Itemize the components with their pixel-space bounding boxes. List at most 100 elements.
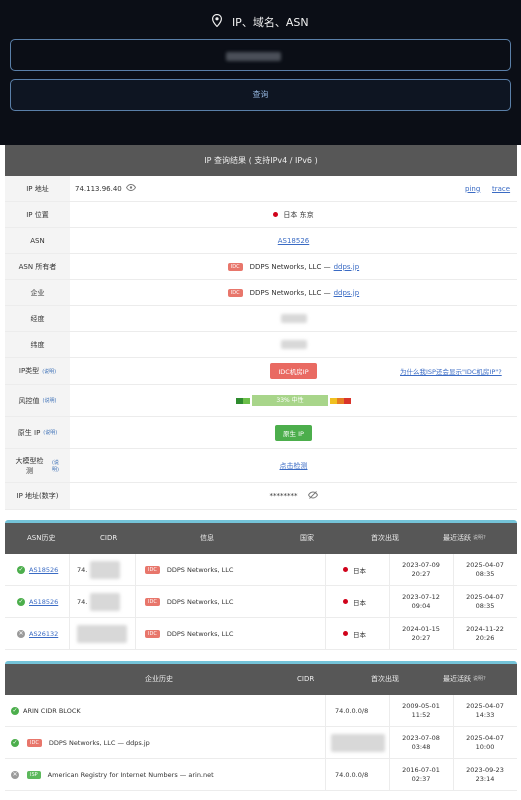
last-time: 23:14 <box>475 774 495 783</box>
corp-history-row: ✓ IDC DDPS Networks, LLC — ddps.jp 2023-… <box>5 727 517 759</box>
first-time: 02:37 <box>411 774 431 783</box>
corp-history-row: ✕ ISP American Registry for Internet Num… <box>5 759 517 791</box>
asn-history-header: ASN历史 CIDR 信息 国家 首次出现 最近活跃 说明? <box>5 523 517 554</box>
asn-owner-domain-link[interactable]: ddps.jp <box>334 263 360 271</box>
risk-score: 33% 中性 <box>252 395 328 406</box>
row-label: ASN 所有者 <box>5 254 70 279</box>
help-link[interactable]: (说明) <box>43 429 57 436</box>
row-label: ASN <box>5 228 70 253</box>
asn-history-row: ✓ AS18526 74. IDC DDPS Networks, LLC 日本 … <box>5 586 517 618</box>
row-native: 原生 IP (说明) 原生 IP <box>5 417 517 449</box>
company-domain-link[interactable]: ddps.jp <box>334 289 360 297</box>
row-label: 原生 IP <box>17 428 41 437</box>
idc-tag: IDC <box>227 288 243 297</box>
row-label: IP 地址 <box>5 176 70 201</box>
first-time: 20:27 <box>411 633 431 642</box>
first-date: 2023-07-08 <box>402 733 440 742</box>
check-circle-icon: ✓ <box>11 738 19 747</box>
idc-tag: IDC <box>145 565 160 574</box>
col-hint-link[interactable]: 说明? <box>473 523 486 554</box>
idc-tag: IDC <box>145 597 160 606</box>
japan-flag-icon <box>343 631 348 636</box>
first-time: 09:04 <box>411 601 431 610</box>
eye-icon[interactable] <box>125 184 136 193</box>
isp-question-link[interactable]: 为什么我ISP还会显示"IDC机房IP"? <box>400 366 502 376</box>
row-label: 经度 <box>5 306 70 331</box>
idc-tag: IDC <box>227 262 243 271</box>
query-button[interactable]: 查询 <box>10 79 511 111</box>
col-corp-history: 企业历史 <box>145 675 173 683</box>
row-ip-type: IP类型 (说明) IDC机房IP 为什么我ISP还会显示"IDC机房IP"? <box>5 358 517 385</box>
last-time: 08:35 <box>475 601 495 610</box>
row-label: 大模型检测 <box>15 456 44 475</box>
search-input-redacted-value <box>226 52 281 61</box>
location-value: 日本 东京 <box>283 210 314 219</box>
col-info: 信息 <box>200 534 214 542</box>
first-time: 03:48 <box>411 742 431 751</box>
search-title-text: IP、域名、ASN <box>231 16 309 29</box>
row-label: IP 位置 <box>5 202 70 227</box>
help-link[interactable]: (说明) <box>42 368 56 375</box>
detect-link[interactable]: 点击检测 <box>280 461 308 471</box>
row-label: 风控值 <box>18 396 40 405</box>
first-date: 2024-01-15 <box>402 624 440 633</box>
ip-value: 74.113.96.40 <box>75 184 122 193</box>
ping-link[interactable]: ping <box>465 185 480 193</box>
check-circle-icon: ✓ <box>11 706 19 715</box>
trace-link[interactable]: trace <box>492 185 510 193</box>
col-first-seen: 首次出现 <box>371 675 399 683</box>
first-time: 20:27 <box>411 569 431 578</box>
cidr-redacted <box>331 733 385 752</box>
asn-link[interactable]: AS26132 <box>29 630 58 638</box>
col-last-active: 最近活跃 <box>443 534 471 542</box>
latitude-redacted <box>280 340 307 349</box>
cidr-value: 74.0.0.0/8 <box>335 706 369 715</box>
corp-name: American Registry for Internet Numbers —… <box>47 770 214 779</box>
last-time: 20:26 <box>475 633 495 642</box>
eye-off-icon[interactable] <box>307 491 318 501</box>
col-hint-link[interactable]: 说明? <box>473 664 486 695</box>
x-circle-icon: ✕ <box>11 770 19 779</box>
country-value: 日本 <box>353 630 366 639</box>
last-time: 08:35 <box>475 569 495 578</box>
corp-history-header: 企业历史 CIDR 首次出现 最近活跃 说明? <box>5 664 517 695</box>
row-llm: 大模型检测 (说明) 点击检测 <box>5 449 517 483</box>
col-country: 国家 <box>300 534 314 542</box>
row-location: IP 位置 日本 东京 <box>5 202 517 228</box>
asn-link[interactable]: AS18526 <box>278 237 310 245</box>
first-date: 2023-07-12 <box>402 592 440 601</box>
last-date: 2023-09-23 <box>466 765 504 774</box>
first-date: 2023-07-09 <box>402 560 440 569</box>
row-longitude: 经度 <box>5 306 517 332</box>
asn-history-card: ASN历史 CIDR 信息 国家 首次出现 最近活跃 说明? ✓ AS18526… <box>5 520 517 650</box>
first-time: 11:52 <box>411 710 431 719</box>
info-value: DDPS Networks, LLC <box>166 629 234 638</box>
row-asn: ASN AS18526 <box>5 228 517 254</box>
isp-tag: ISP <box>27 770 41 779</box>
search-title: IP、域名、ASN <box>0 13 521 30</box>
row-latitude: 纬度 <box>5 332 517 358</box>
help-link[interactable]: (说明) <box>43 397 57 404</box>
asn-history-row: ✕ AS26132 IDC DDPS Networks, LLC 日本 2024… <box>5 618 517 650</box>
last-date: 2025-04-07 <box>466 560 504 569</box>
last-time: 14:33 <box>475 710 495 719</box>
result-title: IP 查询结果 ( 支持IPv4 / IPv6 ) <box>5 145 517 176</box>
asn-link[interactable]: AS18526 <box>29 566 58 574</box>
cidr-value: 74. <box>77 597 88 606</box>
x-circle-icon: ✕ <box>17 629 25 638</box>
cidr-value: 74. <box>77 565 88 574</box>
check-circle-icon: ✓ <box>17 565 25 574</box>
row-ip-number: IP 地址(数字) ******** <box>5 483 517 510</box>
search-input[interactable] <box>10 39 511 71</box>
help-link[interactable]: (说明) <box>49 459 62 473</box>
col-first-seen: 首次出现 <box>371 534 399 542</box>
company-name: DDPS Networks, LLC — <box>249 288 331 297</box>
row-company: 企业 IDC DDPS Networks, LLC — ddps.jp <box>5 280 517 306</box>
row-risk: 风控值 (说明) 33% 中性 <box>5 385 517 417</box>
col-last-active: 最近活跃 <box>443 675 471 683</box>
corp-name: DDPS Networks, LLC — ddps.jp <box>48 738 150 747</box>
first-date: 2009-05-01 <box>402 701 440 710</box>
asn-link[interactable]: AS18526 <box>29 598 58 606</box>
info-value: DDPS Networks, LLC <box>166 565 234 574</box>
row-asn-owner: ASN 所有者 IDC DDPS Networks, LLC — ddps.jp <box>5 254 517 280</box>
